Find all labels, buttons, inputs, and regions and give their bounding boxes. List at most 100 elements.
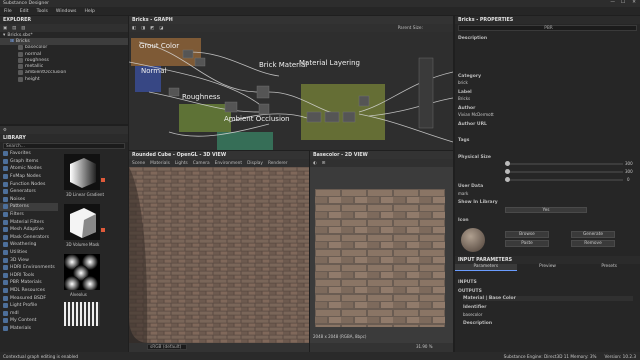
size-y-value[interactable]: 300	[625, 169, 633, 174]
thumb-alveolus[interactable]	[64, 254, 100, 292]
library-tree-item[interactable]: HDRI Environments	[0, 264, 58, 272]
save-icon[interactable]: ▥	[21, 26, 25, 31]
generate-button[interactable]: Generate	[571, 231, 615, 238]
browse-button[interactable]: Browse	[505, 231, 549, 238]
tree-label: Material Filters	[10, 219, 44, 225]
library-tree-item[interactable]: Mask Generators	[0, 234, 58, 242]
view2d-tab[interactable]: Basecolor - 2D VIEW	[313, 153, 368, 158]
output-item[interactable]: height	[0, 76, 128, 82]
view3d-menu-item[interactable]: Lights	[175, 161, 188, 166]
library-tree-item[interactable]: Graph Items	[0, 158, 58, 166]
library-tree-item[interactable]: Function Nodes	[0, 180, 58, 188]
open-icon[interactable]: ▤	[12, 26, 16, 31]
menu-item[interactable]: File	[4, 9, 12, 14]
library-tree-item[interactable]: HDRI Tools	[0, 272, 58, 280]
zoom-level[interactable]: 31.90 %	[416, 344, 433, 349]
view3d-menu-item[interactable]: Renderer	[268, 161, 288, 166]
paste-button[interactable]: Paste	[505, 240, 549, 247]
identifier-label: Identifier	[463, 305, 487, 310]
outputs-label: OUTPUTS	[458, 289, 482, 294]
frame-material-layering[interactable]: Material Layering	[299, 59, 360, 67]
view3d-menu-item[interactable]: Environment	[215, 161, 242, 166]
remove-button[interactable]: Remove	[571, 240, 615, 247]
tab-presets[interactable]: Presets	[578, 264, 640, 271]
graph-tab[interactable]: Bricks - GRAPH	[132, 18, 173, 23]
menu-item[interactable]: Windows	[56, 9, 77, 14]
output-label: roughness	[25, 57, 49, 63]
pbr-field[interactable]: PBR	[458, 25, 637, 31]
library-tree-item[interactable]: Mesh Adaptive	[0, 226, 58, 234]
library-tree-item[interactable]: Patterns	[0, 203, 58, 211]
author-value[interactable]: Vivian McDermott	[458, 112, 494, 117]
graph-name: Bricks	[15, 38, 30, 44]
tool-icon[interactable]: ◨	[141, 26, 145, 31]
library-tree-item[interactable]: Measured BSDF	[0, 294, 58, 302]
view3d-menu-item[interactable]: Materials	[150, 161, 170, 166]
minimize-button[interactable]: —	[610, 0, 615, 5]
library-tree-item[interactable]: Filters	[0, 211, 58, 219]
frame-roughness[interactable]: Roughness	[182, 93, 220, 101]
library-tree-item[interactable]: Favorites	[0, 150, 58, 158]
library-tree-item[interactable]: mdl	[0, 309, 58, 317]
thumb-linear-gradient[interactable]	[64, 154, 100, 190]
library-tree-item[interactable]: FxMap Nodes	[0, 173, 58, 181]
view2d-viewport[interactable]	[310, 167, 453, 343]
colorspace-select[interactable]: sRGB (default)	[147, 344, 187, 350]
thumb-volume-mask[interactable]	[64, 204, 100, 240]
new-package-icon[interactable]: ▣	[3, 26, 7, 31]
show-in-library-select[interactable]: Yes	[505, 207, 587, 213]
identifier-value[interactable]: basecolor	[463, 312, 482, 317]
tab-parameters[interactable]: Parameters	[455, 264, 517, 271]
library-search-input[interactable]: Search...	[3, 143, 125, 149]
frame-grout-color[interactable]: Grout Color	[139, 42, 179, 50]
size-slider-x[interactable]	[505, 161, 623, 166]
tree-label: MDL Resources	[10, 287, 45, 293]
maximize-button[interactable]: ☐	[621, 0, 625, 5]
library-tree-item[interactable]: MDL Resources	[0, 287, 58, 295]
frame-normal[interactable]: Normal	[141, 67, 166, 75]
library-tree-item[interactable]: Material Filters	[0, 218, 58, 226]
library-tree-item[interactable]: My Content	[0, 317, 58, 325]
library-tree-item[interactable]: Materials	[0, 325, 58, 333]
tool-icon[interactable]: ⊞	[322, 161, 326, 166]
size-z-value[interactable]: 0	[627, 177, 630, 182]
tool-icon[interactable]: ◩	[150, 26, 154, 31]
library-tree-item[interactable]: PBR Materials	[0, 279, 58, 287]
menu-item[interactable]: Tools	[37, 9, 48, 14]
category-value[interactable]: brick	[458, 80, 468, 85]
tool-icon[interactable]: ◧	[132, 26, 136, 31]
output-item[interactable]: Material | Base Color	[463, 296, 633, 301]
frame-ambient-occlusion[interactable]: Ambient Occlusion	[224, 115, 290, 123]
tool-icon[interactable]: ◪	[159, 26, 163, 31]
tree-label: Filters	[10, 212, 24, 218]
menu-item[interactable]: Help	[84, 9, 94, 14]
library-tree-item[interactable]: Generators	[0, 188, 58, 196]
library-tree-item[interactable]: Atomic Nodes	[0, 165, 58, 173]
tree-label: Atomic Nodes	[10, 166, 42, 172]
size-x-value[interactable]: 300	[625, 161, 633, 166]
menu-item[interactable]: Edit	[20, 9, 29, 14]
output-description-label: Description	[463, 321, 493, 326]
library-tree-item[interactable]: Light Profile	[0, 302, 58, 310]
size-slider-y[interactable]	[505, 169, 623, 174]
label-value[interactable]: Bricks	[458, 96, 470, 101]
view3d-menu-item[interactable]: Camera	[193, 161, 210, 166]
thumb-pattern-4[interactable]	[64, 302, 100, 326]
user-data-value[interactable]: mark	[458, 191, 468, 196]
size-slider-z[interactable]	[505, 177, 623, 182]
library-tree-item[interactable]: Noises	[0, 196, 58, 204]
library-tree-item[interactable]: Utilities	[0, 249, 58, 257]
tab-preview[interactable]: Preview	[517, 264, 579, 271]
view3d-menu-item[interactable]: Scene	[132, 161, 145, 166]
close-button[interactable]: ✕	[632, 0, 636, 5]
filter-icon[interactable]: ⚙	[3, 128, 7, 133]
view3d-tab[interactable]: Rounded Cube - OpenGL - 3D VIEW	[132, 153, 226, 158]
label-label: Label	[458, 90, 472, 95]
library-tree-item[interactable]: Weathering	[0, 241, 58, 249]
library-tree-item[interactable]: 3D View	[0, 256, 58, 264]
explorer-header: EXPLORER	[0, 16, 128, 24]
view3d-menu-item[interactable]: Display	[247, 161, 263, 166]
view3d-viewport[interactable]	[129, 167, 309, 343]
tool-icon[interactable]: ◐	[313, 161, 317, 166]
folder-icon	[3, 196, 8, 202]
